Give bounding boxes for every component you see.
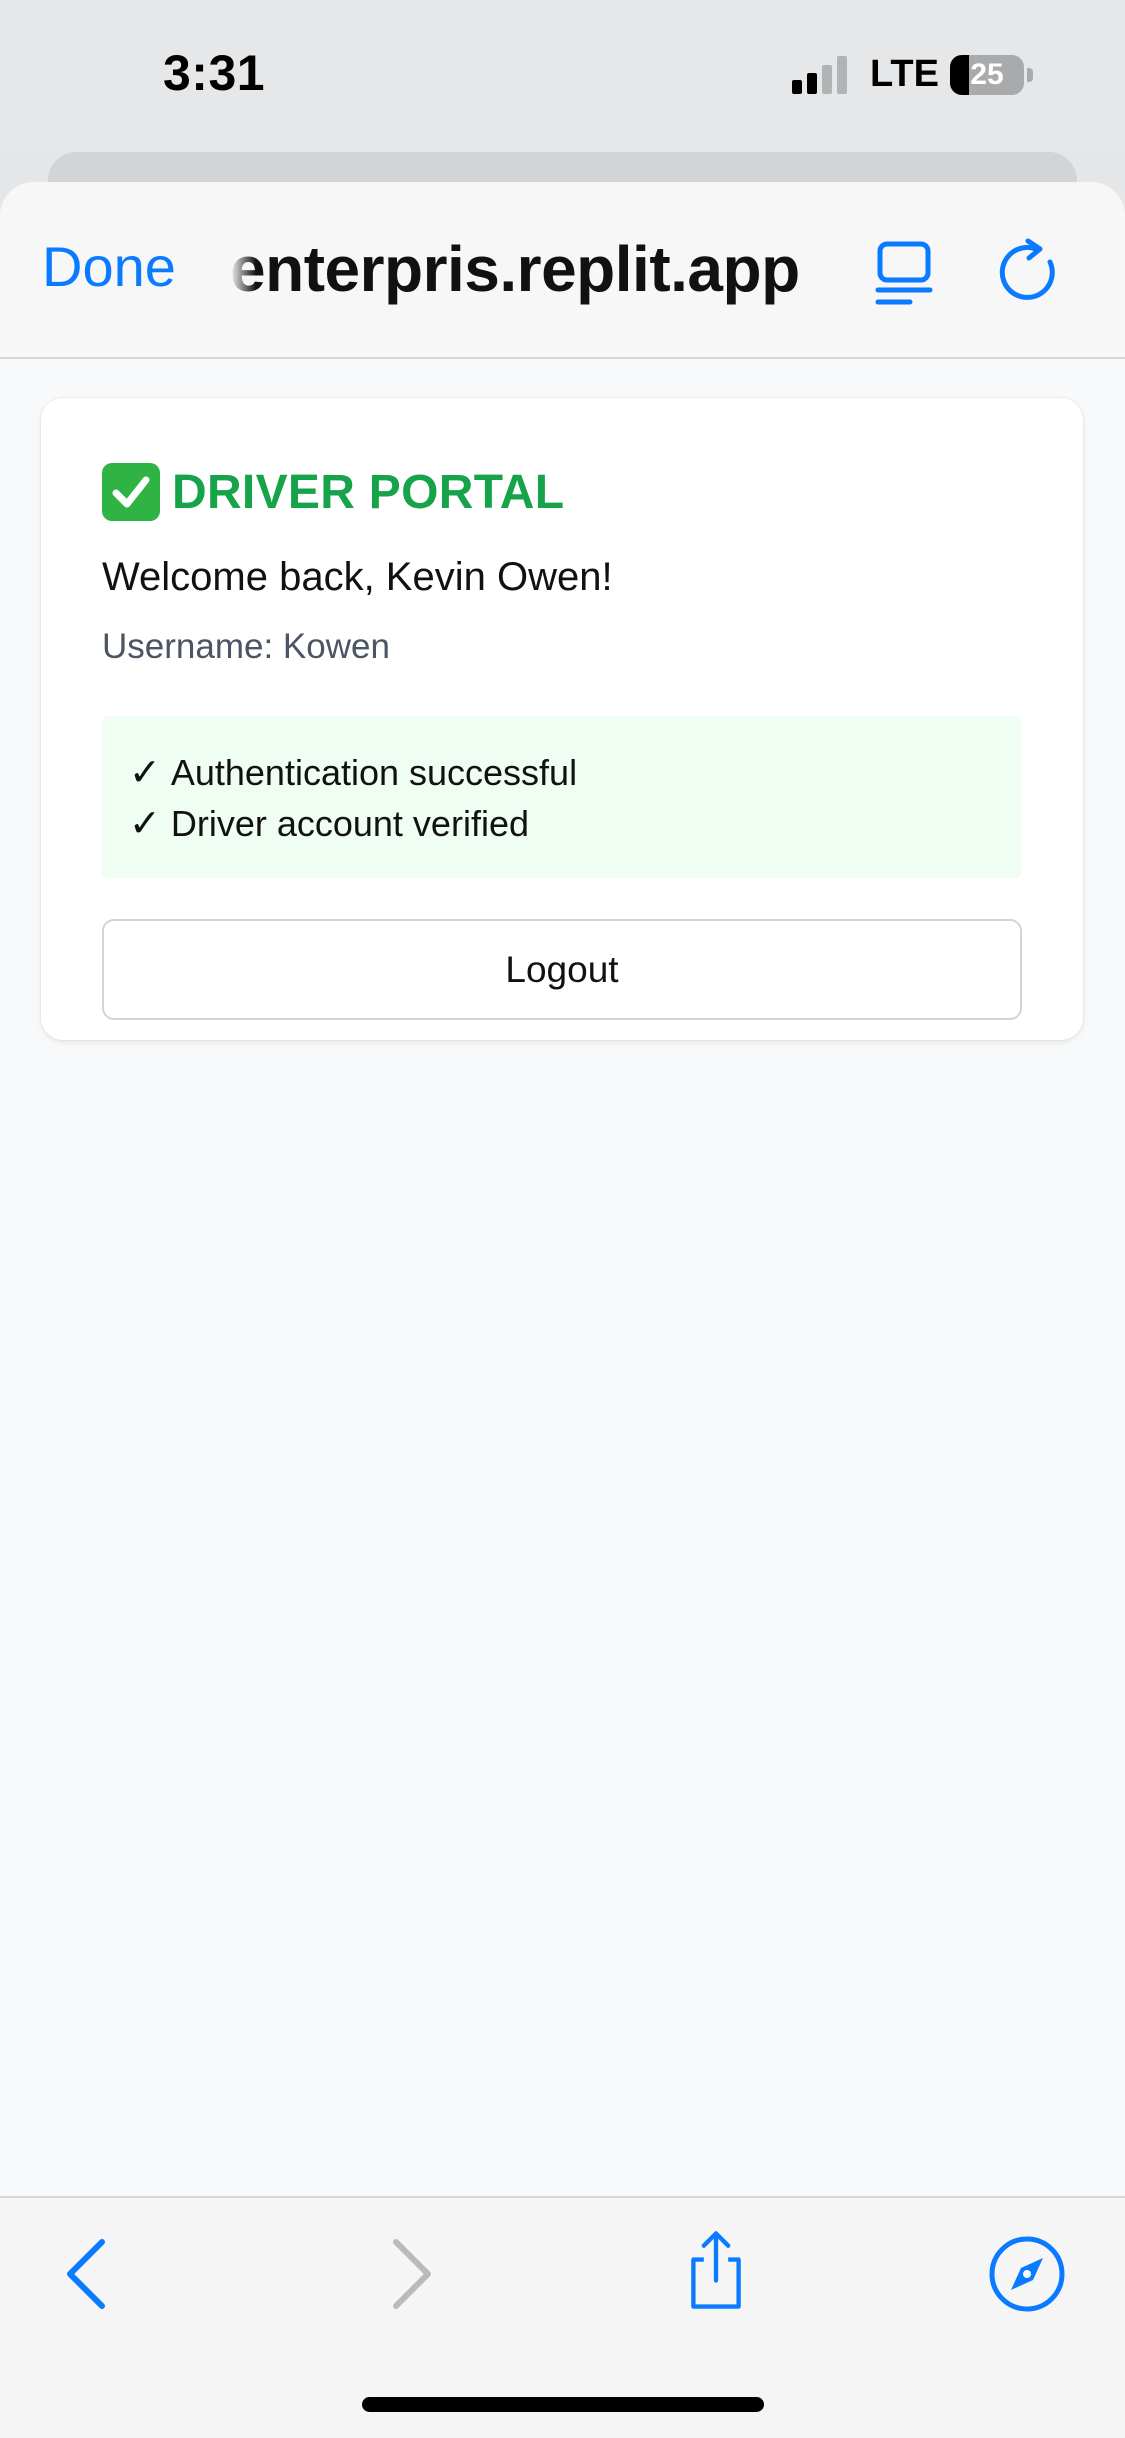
status-item: ✓ Authentication successful <box>129 750 577 795</box>
status-item-label: Driver account verified <box>170 802 529 844</box>
reload-icon[interactable] <box>998 238 1068 308</box>
web-content: DRIVER PORTAL Welcome back, Kevin Owen! … <box>0 359 1125 2199</box>
compass-icon[interactable] <box>987 2234 1067 2314</box>
portal-card: DRIVER PORTAL Welcome back, Kevin Owen! … <box>41 398 1083 1040</box>
chevron-right-icon[interactable] <box>370 2234 450 2314</box>
share-icon[interactable] <box>676 2230 756 2310</box>
username-line: Username: Kowen <box>102 627 390 666</box>
portal-title-row: DRIVER PORTAL <box>102 462 564 522</box>
signal-bar <box>792 80 802 94</box>
check-mark-icon: ✓ <box>129 752 161 794</box>
logout-button[interactable]: Logout <box>102 919 1022 1020</box>
signal-bar <box>807 73 817 94</box>
status-item: ✓ Driver account verified <box>129 801 529 846</box>
chevron-left-icon[interactable] <box>48 2234 128 2314</box>
home-indicator[interactable] <box>362 2397 764 2412</box>
signal-bar <box>822 65 832 94</box>
url-display[interactable]: enterpris.replit.app <box>230 232 830 306</box>
signal-strength-icon <box>792 56 847 94</box>
signal-bar <box>837 56 847 94</box>
check-mark-icon: ✓ <box>129 803 161 845</box>
battery-body: 25 <box>950 55 1024 95</box>
status-time: 3:31 <box>163 45 266 101</box>
auth-status-box: ✓ Authentication successful ✓ Driver acc… <box>102 716 1022 878</box>
done-button[interactable]: Done <box>42 234 176 299</box>
status-bar: 3:31 LTE 25 <box>0 0 1125 150</box>
check-badge-icon <box>102 463 160 521</box>
tabs-icon[interactable] <box>870 238 940 308</box>
browser-sheet: Done enterpris.replit.app DRIVER PORTAL … <box>0 182 1125 2436</box>
status-item-label: Authentication successful <box>170 751 578 793</box>
browser-header: Done enterpris.replit.app <box>0 182 1125 359</box>
network-type: LTE <box>870 53 939 95</box>
welcome-message: Welcome back, Kevin Owen! <box>102 555 613 599</box>
portal-title: DRIVER PORTAL <box>172 465 565 519</box>
battery-level: 25 <box>970 58 1004 91</box>
battery-icon: 25 <box>950 55 1034 97</box>
battery-tip <box>1027 68 1033 82</box>
